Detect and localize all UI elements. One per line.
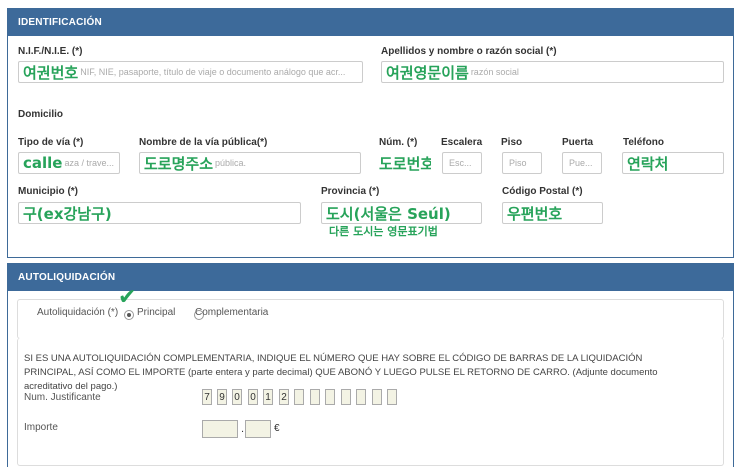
digit-input[interactable] [356,389,366,405]
municipio-annotation: 구(ex강남구) [23,204,112,223]
nif-annotation: 여권번호 [23,63,79,82]
escalera-input[interactable]: Esc... [442,152,482,174]
nombre-via-input[interactable]: 도로명주소 pública. [139,152,361,174]
municipio-label: Municipio (*) [18,186,78,197]
radio-principal[interactable] [124,310,134,321]
radio-complementaria-label: Complementaria [195,307,269,318]
digit-input[interactable] [310,389,320,405]
importe-separator: . [241,423,245,435]
digit-input[interactable] [341,389,351,405]
complementaria-instructions: SI ES UNA AUTOLIQUIDACIÓN COMPLEMENTARIA… [24,353,658,392]
nif-label: N.I.F./N.I.E. (*) [18,46,83,57]
nif-placeholder: NIF, NIE, pasaporte, título de viaje o d… [80,67,346,77]
apellidos-placeholder: razón social [470,67,519,77]
nombre-via-label: Nombre de la vía pública(*) [139,137,268,148]
importe-decimal-input[interactable] [245,420,271,438]
codigo-postal-input[interactable]: 우편번호 [502,202,603,224]
radio-principal-label: Principal [137,307,176,318]
nif-input[interactable]: 여권번호 NIF, NIE, pasaporte, título de viaj… [18,61,363,83]
tipo-via-annotation: calle [23,154,63,172]
digit-input[interactable]: 7 [202,389,212,405]
digit-input[interactable]: 1 [263,389,273,405]
piso-label: Piso [501,137,523,148]
puerta-input[interactable]: Pue... [562,152,602,174]
nombre-via-annotation: 도로명주소 [144,154,214,173]
num-label: Núm. (*) [379,137,418,148]
num-justificante-label: Num. Justificante [24,392,101,403]
digit-input[interactable] [294,389,304,405]
tipo-via-placeholder: aza / trave... [64,158,115,168]
importe-entero-input[interactable] [202,420,238,438]
provincia-label: Provincia (*) [321,186,380,197]
digit-input[interactable] [387,389,397,405]
autoliquidacion-panel: AUTOLIQUIDACIÓN Autoliquidación (*) ✔ Pr… [7,263,734,467]
telefono-label: Teléfono [623,137,664,148]
provincia-note: 다른 도시는 영문표기법 [329,225,438,238]
provincia-annotation: 도시(서울은 Seúl) [326,204,451,223]
piso-placeholder: Piso [509,158,527,168]
digit-input[interactable] [325,389,335,405]
autoliquidacion-header: AUTOLIQUIDACIÓN [8,264,733,291]
nombre-via-placeholder: pública. [215,158,247,168]
piso-input[interactable]: Piso [502,152,542,174]
currency-label: € [274,423,280,434]
tipo-via-input[interactable]: calle aza / trave... [18,152,120,174]
escalera-placeholder: Esc... [449,158,472,168]
apellidos-input[interactable]: 여권영문이름 razón social [381,61,724,83]
domicilio-label: Domicilio [18,109,64,120]
codigo-postal-label: Código Postal (*) [502,186,583,197]
telefono-annotation: 연락처 [627,154,669,173]
tipo-via-label: Tipo de vía (*) [18,137,84,148]
autoliquidacion-type-box: Autoliquidación (*) ✔ Principal Compleme… [17,285,724,339]
digit-input[interactable] [372,389,382,405]
codigo-postal-annotation: 우편번호 [507,204,563,223]
num-annotation: 도로번호 [379,154,432,173]
digit-input[interactable]: 0 [232,389,242,405]
apellidos-label: Apellidos y nombre o razón social (*) [381,46,557,57]
num-input[interactable]: 도로번호 [374,152,432,174]
digit-input[interactable]: 0 [248,389,258,405]
check-annotation-icon: ✔ [118,285,137,310]
puerta-label: Puerta [562,137,594,148]
digit-input[interactable]: 9 [217,389,227,405]
complementaria-box: SI ES UNA AUTOLIQUIDACIÓN COMPLEMENTARIA… [17,338,724,466]
identificacion-panel: IDENTIFICACIÓN N.I.F./N.I.E. (*) 여권번호 NI… [7,8,734,258]
telefono-input[interactable]: 연락처 [622,152,724,174]
puerta-placeholder: Pue... [569,158,593,168]
provincia-input[interactable]: 도시(서울은 Seúl) [321,202,482,224]
digit-input[interactable]: 2 [279,389,289,405]
identificacion-header: IDENTIFICACIÓN [8,9,733,36]
municipio-input[interactable]: 구(ex강남구) [18,202,301,224]
escalera-label: Escalera [441,137,483,148]
importe-label: Importe [24,422,58,433]
num-justificante-digits: 7 9 0 0 1 2 [202,389,412,407]
apellidos-annotation: 여권영문이름 [386,63,469,82]
autoliquidacion-type-label: Autoliquidación (*) [37,307,119,318]
